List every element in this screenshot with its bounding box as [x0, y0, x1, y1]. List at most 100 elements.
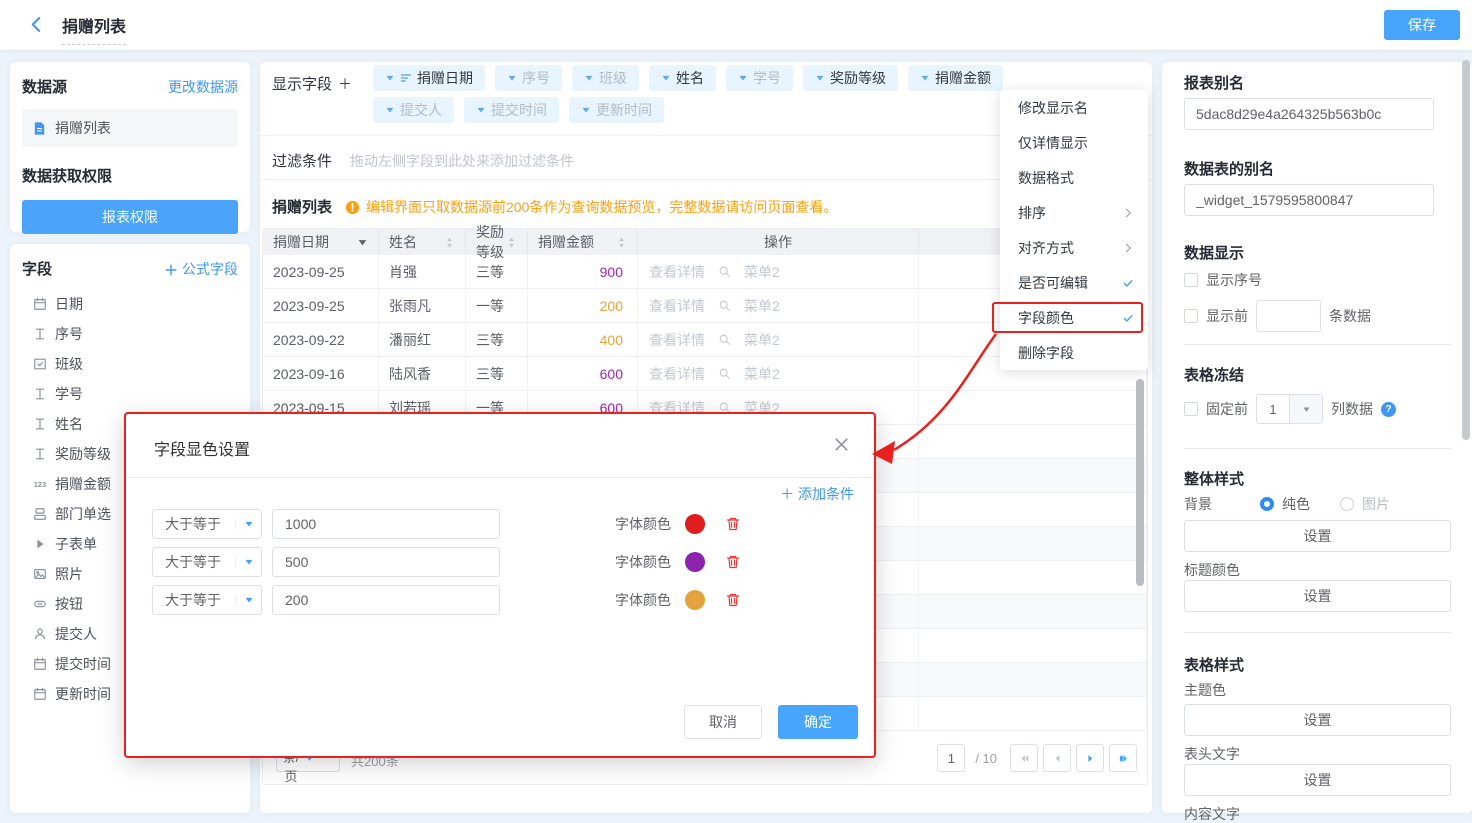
first-page-button[interactable] — [1010, 744, 1038, 772]
add-condition-link[interactable]: ＋ 添加条件 — [780, 484, 854, 504]
color-swatch[interactable] — [685, 552, 705, 572]
field-item-label: 提交人 — [55, 624, 97, 644]
view-detail-link[interactable]: 查看详情 — [649, 262, 705, 282]
color-swatch[interactable] — [685, 514, 705, 534]
search-icon[interactable] — [718, 299, 731, 312]
title-color-setting-button[interactable]: 设置 — [1184, 580, 1451, 612]
confirm-button[interactable]: 确定 — [778, 705, 858, 739]
threshold-input[interactable] — [272, 509, 500, 539]
next-page-button[interactable] — [1076, 744, 1104, 772]
chevron-down-icon[interactable] — [584, 73, 594, 83]
menu-item[interactable]: 排序 — [1000, 195, 1148, 230]
data-display-label: 数据显示 — [1184, 242, 1452, 263]
display-field-chip[interactable]: 捐赠日期 — [373, 65, 485, 91]
search-icon[interactable] — [718, 367, 731, 380]
trash-icon[interactable] — [725, 592, 741, 608]
view-detail-link[interactable]: 查看详情 — [649, 364, 705, 384]
menu2-link[interactable]: 菜单2 — [744, 330, 780, 350]
view-detail-link[interactable]: 查看详情 — [649, 296, 705, 316]
menu-item[interactable]: 字段颜色 — [1000, 300, 1148, 335]
display-field-chip[interactable]: 姓名 — [649, 65, 716, 91]
cell-filler — [919, 425, 1147, 458]
threshold-input[interactable] — [272, 547, 500, 577]
operator-select[interactable]: 大于等于 — [152, 547, 262, 577]
field-item-label: 日期 — [55, 294, 83, 314]
chevron-down-icon[interactable] — [815, 73, 825, 83]
image-radio[interactable] — [1340, 497, 1354, 511]
display-field-chip[interactable]: 序号 — [495, 65, 562, 91]
display-field-chip[interactable]: 提交时间 — [464, 97, 559, 123]
sort-icon[interactable] — [616, 237, 627, 248]
menu-item[interactable]: 数据格式 — [1000, 160, 1148, 195]
fix-count-select[interactable]: 1 — [1256, 394, 1323, 424]
menu-item[interactable]: 仅详情显示 — [1000, 125, 1148, 160]
theme-color-setting-button[interactable]: 设置 — [1184, 704, 1451, 736]
chevron-down-icon[interactable] — [476, 105, 486, 115]
close-icon[interactable] — [833, 436, 850, 453]
report-permission-button[interactable]: 报表权限 — [22, 200, 238, 234]
last-page-button[interactable] — [1109, 744, 1137, 772]
datasource-item[interactable]: 捐赠列表 — [22, 109, 238, 147]
sort-icon[interactable] — [444, 237, 455, 248]
chevron-down-icon[interactable] — [661, 73, 671, 83]
report-alias-input[interactable] — [1184, 98, 1434, 130]
search-icon[interactable] — [718, 333, 731, 346]
sort-icon[interactable] — [506, 237, 517, 248]
menu-item[interactable]: 对齐方式 — [1000, 230, 1148, 265]
fix-first-checkbox[interactable] — [1184, 402, 1198, 416]
display-field-chip[interactable]: 捐赠金额 — [908, 65, 1003, 91]
table-alias-input[interactable] — [1184, 184, 1434, 216]
chevron-down-icon[interactable] — [738, 73, 748, 83]
menu2-link[interactable]: 菜单2 — [744, 262, 780, 282]
table-scrollbar[interactable] — [1136, 379, 1144, 586]
display-field-chip[interactable]: 学号 — [726, 65, 793, 91]
threshold-input[interactable] — [272, 585, 500, 615]
field-item[interactable]: 序号 — [10, 319, 250, 349]
rows-count-input[interactable] — [1256, 300, 1321, 332]
menu2-link[interactable]: 菜单2 — [744, 296, 780, 316]
color-swatch[interactable] — [685, 590, 705, 610]
back-icon[interactable] — [28, 16, 45, 33]
column-header-name[interactable]: 姓名 — [379, 229, 466, 255]
chevron-down-icon[interactable] — [385, 105, 395, 115]
sort-desc-icon[interactable] — [357, 237, 368, 248]
add-display-field-button[interactable]: ＋ — [338, 76, 352, 92]
page-scrollbar[interactable] — [1462, 60, 1470, 440]
header-text-setting-button[interactable]: 设置 — [1184, 764, 1451, 796]
trash-icon[interactable] — [725, 516, 741, 532]
trash-icon[interactable] — [725, 554, 741, 570]
cancel-button[interactable]: 取消 — [684, 705, 762, 739]
menu-item[interactable]: 是否可编辑 — [1000, 265, 1148, 300]
chevron-down-icon[interactable] — [581, 105, 591, 115]
column-header-date[interactable]: 捐赠日期 — [263, 229, 379, 255]
prev-page-button[interactable] — [1043, 744, 1071, 772]
show-index-checkbox[interactable] — [1184, 273, 1198, 287]
field-item[interactable]: 学号 — [10, 379, 250, 409]
chevron-down-icon[interactable] — [507, 73, 517, 83]
operator-select[interactable]: 大于等于 — [152, 585, 262, 615]
add-formula-field-link[interactable]: 公式字段 — [164, 259, 238, 279]
menu-item[interactable]: 删除字段 — [1000, 335, 1148, 370]
column-header-amount[interactable]: 捐赠金额 — [528, 229, 638, 255]
save-button[interactable]: 保存 — [1384, 10, 1460, 40]
display-field-chip[interactable]: 提交人 — [373, 97, 454, 123]
operator-select[interactable]: 大于等于 — [152, 509, 262, 539]
field-item[interactable]: 班级 — [10, 349, 250, 379]
chevron-down-icon[interactable] — [385, 73, 395, 83]
menu2-link[interactable]: 菜单2 — [744, 364, 780, 384]
chevron-down-icon[interactable] — [920, 73, 930, 83]
display-field-chip[interactable]: 更新时间 — [569, 97, 664, 123]
search-icon[interactable] — [718, 265, 731, 278]
question-icon[interactable]: ? — [1381, 402, 1396, 417]
background-setting-button[interactable]: 设置 — [1184, 520, 1451, 552]
page-number-input[interactable] — [937, 744, 965, 772]
view-detail-link[interactable]: 查看详情 — [649, 330, 705, 350]
display-field-chip[interactable]: 班级 — [572, 65, 639, 91]
show-first-checkbox[interactable] — [1184, 309, 1198, 323]
display-field-chip[interactable]: 奖励等级 — [803, 65, 898, 91]
column-header-grade[interactable]: 奖励等级 — [466, 229, 528, 255]
menu-item[interactable]: 修改显示名 — [1000, 90, 1148, 125]
change-datasource-link[interactable]: 更改数据源 — [168, 77, 238, 97]
solid-radio[interactable] — [1260, 497, 1274, 511]
field-item[interactable]: 日期 — [10, 289, 250, 319]
